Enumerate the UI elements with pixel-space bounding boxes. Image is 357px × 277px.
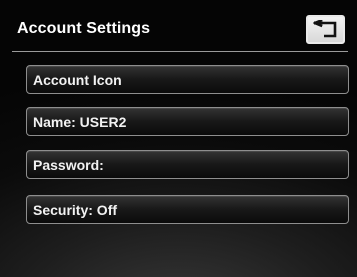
password-button[interactable]: Password: (26, 150, 349, 179)
back-return-icon (312, 20, 339, 39)
header-divider (12, 51, 348, 52)
security-button[interactable]: Security: Off (26, 195, 349, 224)
name-button[interactable]: Name: USER2 (26, 107, 349, 136)
account-icon-label: Account Icon (33, 72, 122, 88)
account-icon-button[interactable]: Account Icon (26, 65, 349, 94)
password-label: Password: (33, 157, 104, 173)
page-title: Account Settings (17, 20, 151, 37)
security-label: Security: Off (33, 202, 118, 218)
account-settings-screen: Account Settings Account Icon Name: USER… (0, 0, 357, 277)
header-bar: Account Settings (0, 0, 357, 57)
name-label: Name: USER2 (33, 114, 127, 130)
back-button[interactable] (306, 15, 345, 44)
